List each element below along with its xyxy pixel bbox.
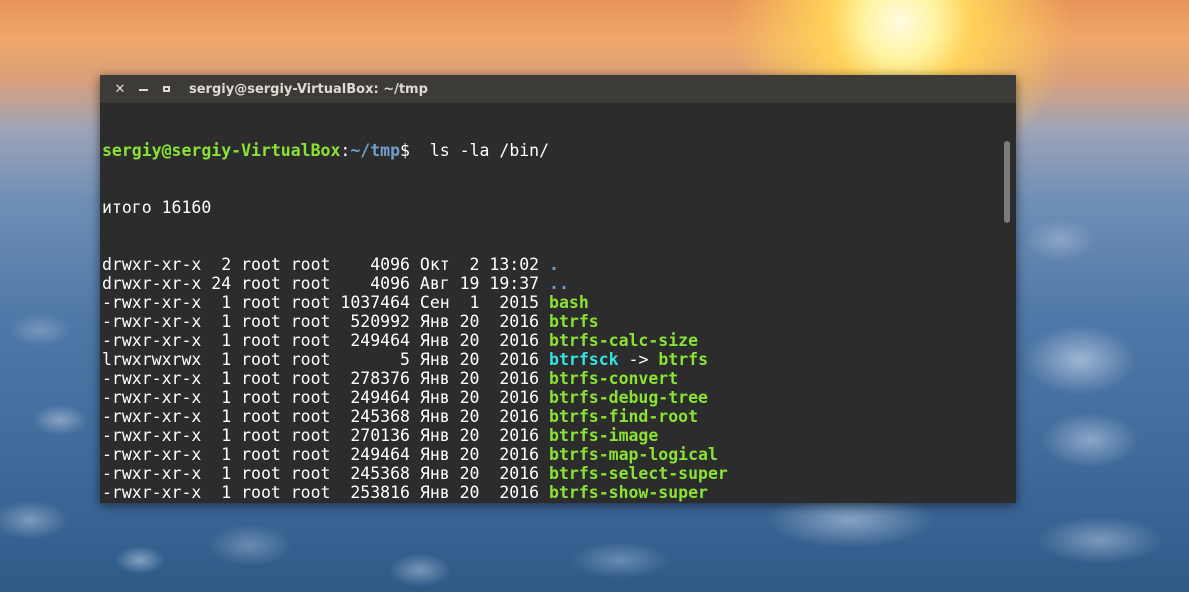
link-target: btrfs xyxy=(658,350,708,369)
listing-row: -rwxr-xr-x 1 root root 253816 Янв 20 201… xyxy=(102,483,1002,502)
file-info: lrwxrwxrwx 1 root root 5 Янв 20 2016 xyxy=(102,350,550,369)
file-name: btrfs-calc-size xyxy=(549,331,699,350)
file-name: bash xyxy=(549,293,589,312)
file-name: . xyxy=(549,255,559,274)
file-name: btrfs-show-super xyxy=(549,483,708,502)
file-name: btrfs-image xyxy=(549,426,659,445)
listing-row: -rwxr-xr-x 1 root root 270136 Янв 20 201… xyxy=(102,426,1002,445)
prompt-user: sergiy@sergiy-VirtualBox xyxy=(102,141,341,160)
file-name: btrfs-find-root xyxy=(549,407,699,426)
listing-row: drwxr-xr-x 24 root root 4096 Авг 19 19:3… xyxy=(102,274,1002,293)
file-name: btrfstune xyxy=(549,502,638,503)
listing-row: -rwxr-xr-x 1 root root 249464 Янв 20 201… xyxy=(102,331,1002,350)
file-info: -rwxr-xr-x 1 root root 253816 Янв 20 201… xyxy=(102,483,550,502)
listing-row: -rwxr-xr-x 1 root root 249464 Янв 20 201… xyxy=(102,388,1002,407)
file-info: -rwxr-xr-x 1 root root 249464 Янв 20 201… xyxy=(102,331,550,350)
listing-row: -rwxr-xr-x 1 root root 278376 Янв 20 201… xyxy=(102,369,1002,388)
prompt-end: $ xyxy=(400,141,430,160)
file-info: -rwxr-xr-x 1 root root 249464 Янв 20 201… xyxy=(102,445,550,464)
prompt-separator: : xyxy=(340,141,351,160)
file-info: drwxr-xr-x 24 root root 4096 Авг 19 19:3… xyxy=(102,274,550,293)
command-text: ls -la /bin/ xyxy=(429,141,550,160)
file-info: -rwxr-xr-x 1 root root 249464 Янв 20 201… xyxy=(102,502,549,503)
listing-row: -rwxr-xr-x 1 root root 1037464 Сен 1 201… xyxy=(102,293,1002,312)
maximize-icon[interactable] xyxy=(157,80,175,98)
file-info: -rwxr-xr-x 1 root root 245368 Янв 20 201… xyxy=(102,464,550,483)
file-info: drwxr-xr-x 2 root root 4096 Окт 2 13:02 xyxy=(102,255,550,274)
terminal-output[interactable]: sergiy@sergiy-VirtualBox:~/tmp$ ls -la /… xyxy=(102,103,1002,503)
listing-row: -rwxr-xr-x 1 root root 245368 Янв 20 201… xyxy=(102,464,1002,483)
file-info: -rwxr-xr-x 1 root root 270136 Янв 20 201… xyxy=(102,426,550,445)
close-icon[interactable]: ✕ xyxy=(111,80,129,98)
link-arrow: -> xyxy=(618,350,659,369)
file-info: -rwxr-xr-x 1 root root 278376 Янв 20 201… xyxy=(102,369,550,388)
file-name: btrfs-map-logical xyxy=(549,445,718,464)
file-info: -rwxr-xr-x 1 root root 249464 Янв 20 201… xyxy=(102,388,550,407)
file-info: -rwxr-xr-x 1 root root 520992 Янв 20 201… xyxy=(102,312,550,331)
total-line: итого 16160 xyxy=(102,198,212,217)
file-name: btrfs-convert xyxy=(549,369,679,388)
file-name: btrfs-select-super xyxy=(549,464,728,483)
listing-row: -rwxr-xr-x 1 root root 249464 Янв 20 201… xyxy=(102,502,1002,503)
prompt-path: ~/tmp xyxy=(350,141,401,160)
minimize-icon[interactable] xyxy=(134,80,152,98)
listing-row: -rwxr-xr-x 1 root root 520992 Янв 20 201… xyxy=(102,312,1002,331)
listing-row: -rwxr-xr-x 1 root root 249464 Янв 20 201… xyxy=(102,445,1002,464)
file-name: btrfsck xyxy=(549,350,619,369)
file-info: -rwxr-xr-x 1 root root 1037464 Сен 1 201… xyxy=(102,293,550,312)
terminal-window[interactable]: ✕ sergiy@sergiy-VirtualBox: ~/tmp sergiy… xyxy=(100,75,1016,503)
listing-row: -rwxr-xr-x 1 root root 245368 Янв 20 201… xyxy=(102,407,1002,426)
scrollbar-thumb[interactable] xyxy=(1004,141,1010,223)
file-name: btrfs xyxy=(549,312,599,331)
window-titlebar[interactable]: ✕ sergiy@sergiy-VirtualBox: ~/tmp xyxy=(100,75,1016,103)
file-name: btrfs-debug-tree xyxy=(549,388,708,407)
file-info: -rwxr-xr-x 1 root root 245368 Янв 20 201… xyxy=(102,407,550,426)
window-title: sergiy@sergiy-VirtualBox: ~/tmp xyxy=(189,81,428,97)
listing-row: lrwxrwxrwx 1 root root 5 Янв 20 2016 btr… xyxy=(102,350,1002,369)
file-name: .. xyxy=(549,274,569,293)
prompt-line: sergiy@sergiy-VirtualBox:~/tmp$ ls -la /… xyxy=(102,141,1002,160)
listing-row: drwxr-xr-x 2 root root 4096 Окт 2 13:02 … xyxy=(102,255,1002,274)
listing-rows: drwxr-xr-x 2 root root 4096 Окт 2 13:02 … xyxy=(102,255,1002,503)
